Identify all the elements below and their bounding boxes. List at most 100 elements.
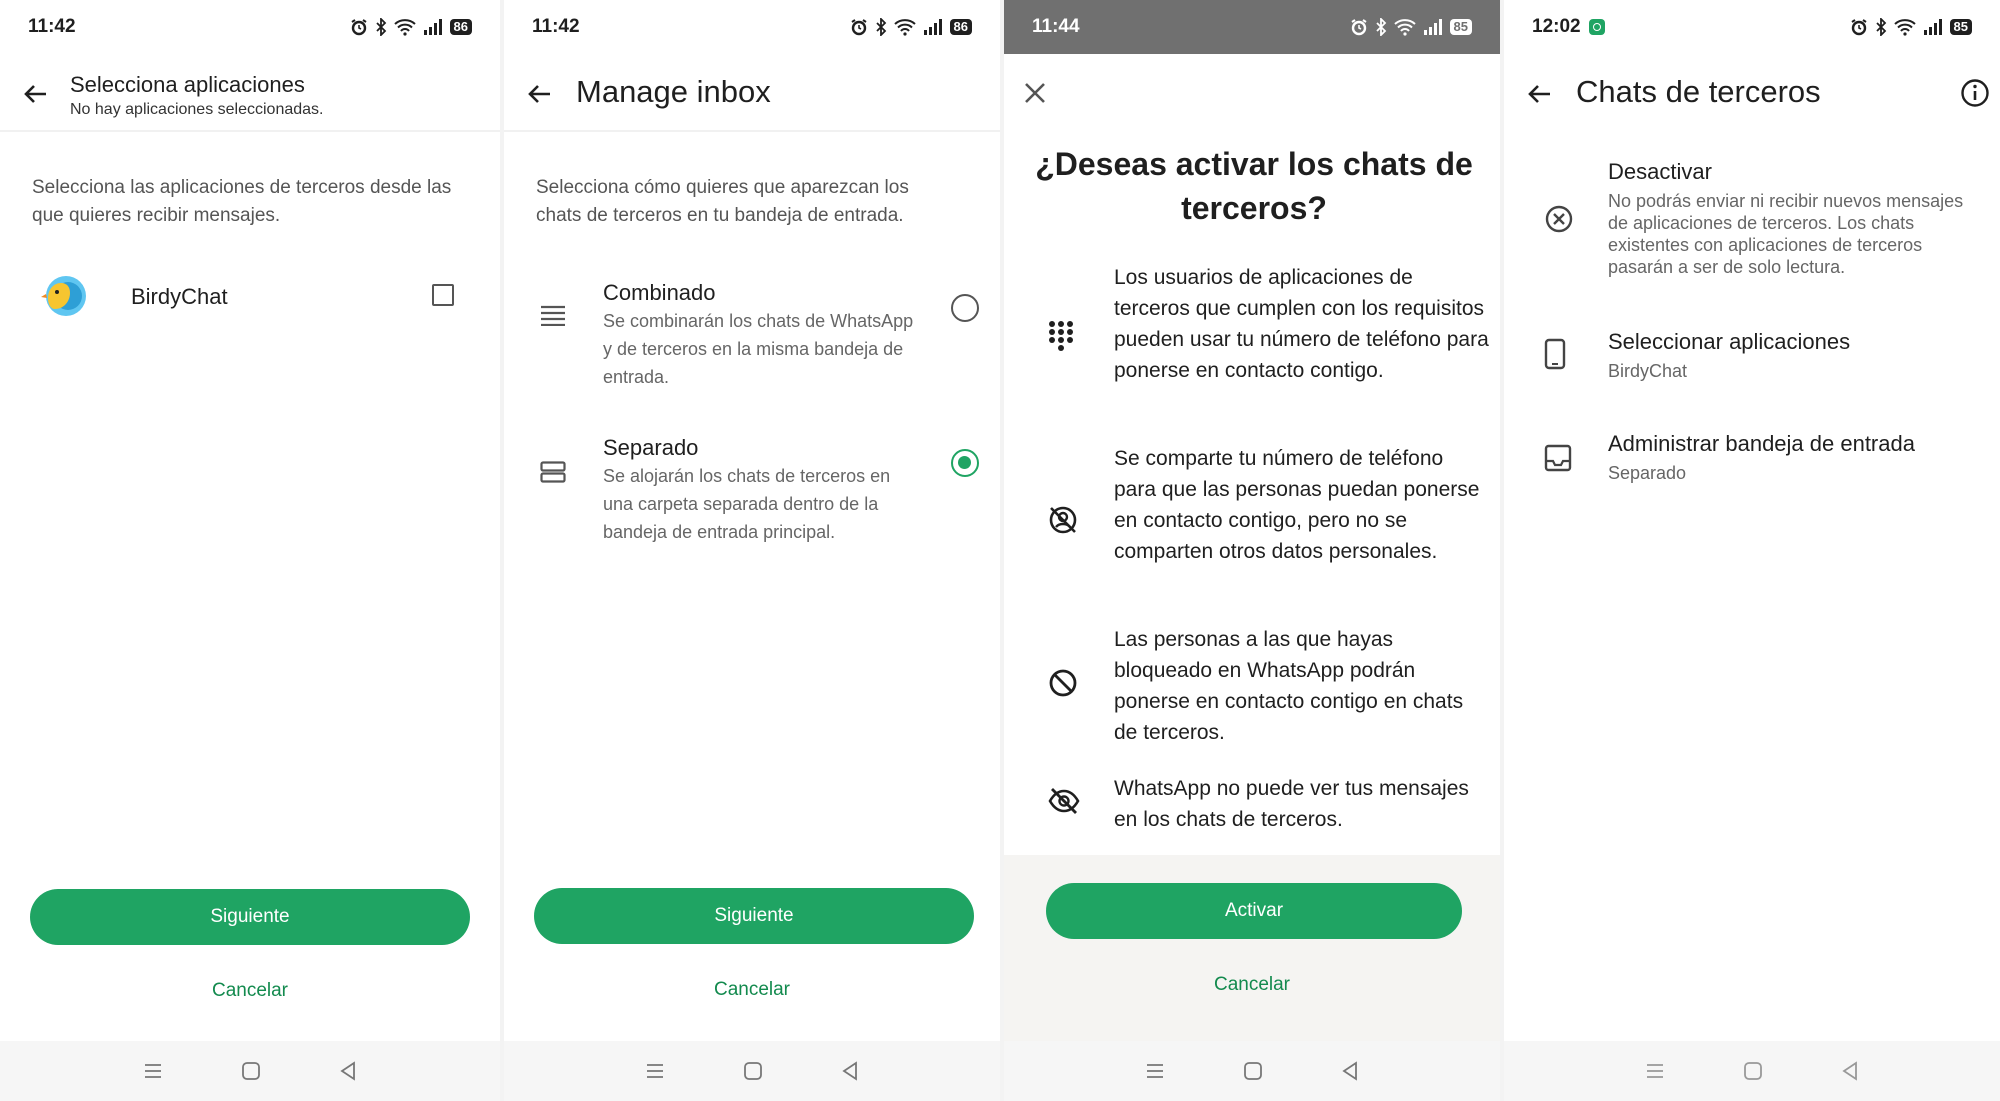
status-time-group: 12:02 (1532, 16, 1605, 38)
battery-indicator: 85 (1449, 19, 1472, 35)
home-icon[interactable] (1243, 1061, 1263, 1081)
back-arrow-icon[interactable] (18, 76, 54, 112)
recents-icon[interactable] (1145, 1062, 1165, 1080)
split-view-icon (540, 461, 566, 483)
status-icons: 85 (1850, 18, 1972, 36)
close-icon[interactable] (1022, 80, 1048, 106)
radio-separate[interactable] (951, 449, 979, 477)
radio-combined[interactable] (951, 294, 979, 322)
top-app-bar: Manage inbox (504, 54, 1000, 132)
home-icon[interactable] (1743, 1061, 1763, 1081)
notification-app-icon (1588, 19, 1605, 35)
nav-back-icon[interactable] (841, 1061, 859, 1081)
page-subtitle: No hay aplicaciones seleccionadas. (70, 101, 324, 118)
wifi-icon (1393, 19, 1416, 36)
recents-icon[interactable] (143, 1062, 163, 1080)
status-icons: 86 (350, 18, 472, 36)
activate-button[interactable]: Activar (1046, 883, 1462, 939)
setting-manage-inbox[interactable]: Administrar bandeja de entrada Separado (1504, 428, 2000, 488)
back-arrow-icon[interactable] (1522, 76, 1558, 112)
phone-icon (1544, 338, 1566, 370)
recents-icon[interactable] (645, 1062, 665, 1080)
alarm-icon (850, 19, 867, 36)
option-separate[interactable]: Separado Se alojarán los chats de tercer… (504, 431, 1000, 551)
feature-text: Las personas a las que hayas bloqueado e… (1114, 628, 1464, 744)
alarm-icon (1850, 19, 1867, 36)
signal-icon (1923, 19, 1942, 35)
nav-back-icon[interactable] (1341, 1061, 1359, 1081)
top-app-bar: Chats de terceros (1504, 54, 2000, 132)
screen-manage-inbox: 11:42 86 Manage inbox Selecciona cómo qu… (500, 0, 1000, 1101)
eye-off-icon (1048, 788, 1080, 814)
setting-description: No podrás enviar ni recibir nuevos mensa… (1608, 191, 1964, 277)
setting-select-apps[interactable]: Seleccionar aplicaciones BirdyChat (1504, 326, 2000, 386)
bluetooth-icon (875, 18, 886, 36)
bluetooth-icon (375, 18, 386, 36)
status-icons: 85 (1350, 18, 1472, 36)
dialog-title: ¿Deseas activar los chats de terceros? (1035, 146, 1473, 226)
screen-select-apps: 11:42 86 Selecciona aplicaciones No hay … (0, 0, 500, 1101)
app-name: BirdyChat (131, 284, 228, 309)
list-lines-icon (541, 305, 565, 326)
cancel-button[interactable]: Cancelar (504, 979, 1000, 1001)
nav-back-icon[interactable] (339, 1061, 357, 1081)
option-combined[interactable]: Combinado Se combinarán los chats de Wha… (504, 276, 1000, 396)
bluetooth-icon (1875, 18, 1886, 36)
nav-back-icon[interactable] (1841, 1061, 1859, 1081)
system-nav-bar (504, 1041, 1000, 1101)
status-time: 11:44 (1032, 16, 1080, 37)
cancel-circle-icon (1545, 205, 1573, 233)
recents-icon[interactable] (1645, 1062, 1665, 1080)
battery-indicator: 86 (949, 19, 972, 35)
home-icon[interactable] (743, 1061, 763, 1081)
battery-indicator: 86 (449, 19, 472, 35)
alarm-icon (350, 19, 367, 36)
app-checkbox[interactable] (432, 284, 454, 306)
signal-icon (423, 19, 442, 35)
app-list-item[interactable]: BirdyChat (0, 262, 500, 332)
option-description: Se combinarán los chats de WhatsApp y de… (603, 311, 914, 387)
wifi-icon (1893, 19, 1916, 36)
top-app-bar: Selecciona aplicaciones No hay aplicacio… (0, 54, 500, 132)
feature-text: WhatsApp no puede ver tus mensajes en lo… (1114, 777, 1469, 831)
status-bar: 11:44 85 (1004, 0, 1500, 54)
screen-third-party-chats: 12:02 85 Chats de terceros Desactivar No… (1500, 0, 2000, 1101)
next-button[interactable]: Siguiente (30, 889, 470, 945)
cancel-button[interactable]: Cancelar (1004, 974, 1500, 996)
info-icon[interactable] (1960, 78, 1990, 108)
home-icon[interactable] (241, 1061, 261, 1081)
system-nav-bar (1004, 1041, 1500, 1101)
alarm-icon (1350, 19, 1367, 36)
status-bar: 11:42 86 (0, 0, 500, 54)
status-icons: 86 (850, 18, 972, 36)
signal-icon (923, 19, 942, 35)
birdychat-logo-icon (41, 276, 86, 316)
setting-description: Separado (1608, 463, 1687, 483)
option-title: Separado (603, 435, 699, 460)
status-bar: 11:42 86 (504, 0, 1000, 54)
system-nav-bar (0, 1041, 500, 1101)
instructions-text: Selecciona las aplicaciones de terceros … (32, 177, 452, 226)
inbox-icon (1544, 444, 1572, 472)
instructions-text: Selecciona cómo quieres que aparezcan lo… (536, 177, 909, 226)
wifi-icon (393, 19, 416, 36)
option-title: Combinado (603, 280, 716, 305)
next-button[interactable]: Siguiente (534, 888, 974, 944)
page-title: Selecciona aplicaciones (70, 72, 305, 97)
setting-deactivate[interactable]: Desactivar No podrás enviar ni recibir n… (1504, 156, 2000, 286)
cancel-button[interactable]: Cancelar (0, 980, 500, 1002)
system-nav-bar (1504, 1041, 2000, 1101)
battery-indicator: 85 (1949, 19, 1972, 35)
feature-text: Los usuarios de aplicaciones de terceros… (1114, 266, 1489, 382)
signal-icon (1423, 19, 1442, 35)
feature-text: Se comparte tu número de teléfono para q… (1114, 447, 1480, 563)
option-description: Se alojarán los chats de terceros en una… (603, 466, 891, 542)
back-arrow-icon[interactable] (522, 76, 558, 112)
dialpad-icon (1049, 321, 1073, 351)
wifi-icon (893, 19, 916, 36)
setting-title: Seleccionar aplicaciones (1608, 329, 1851, 354)
no-contact-icon (1049, 506, 1077, 534)
setting-title: Desactivar (1608, 159, 1712, 184)
page-title: Chats de terceros (1576, 74, 1821, 109)
status-time: 11:42 (532, 16, 580, 37)
